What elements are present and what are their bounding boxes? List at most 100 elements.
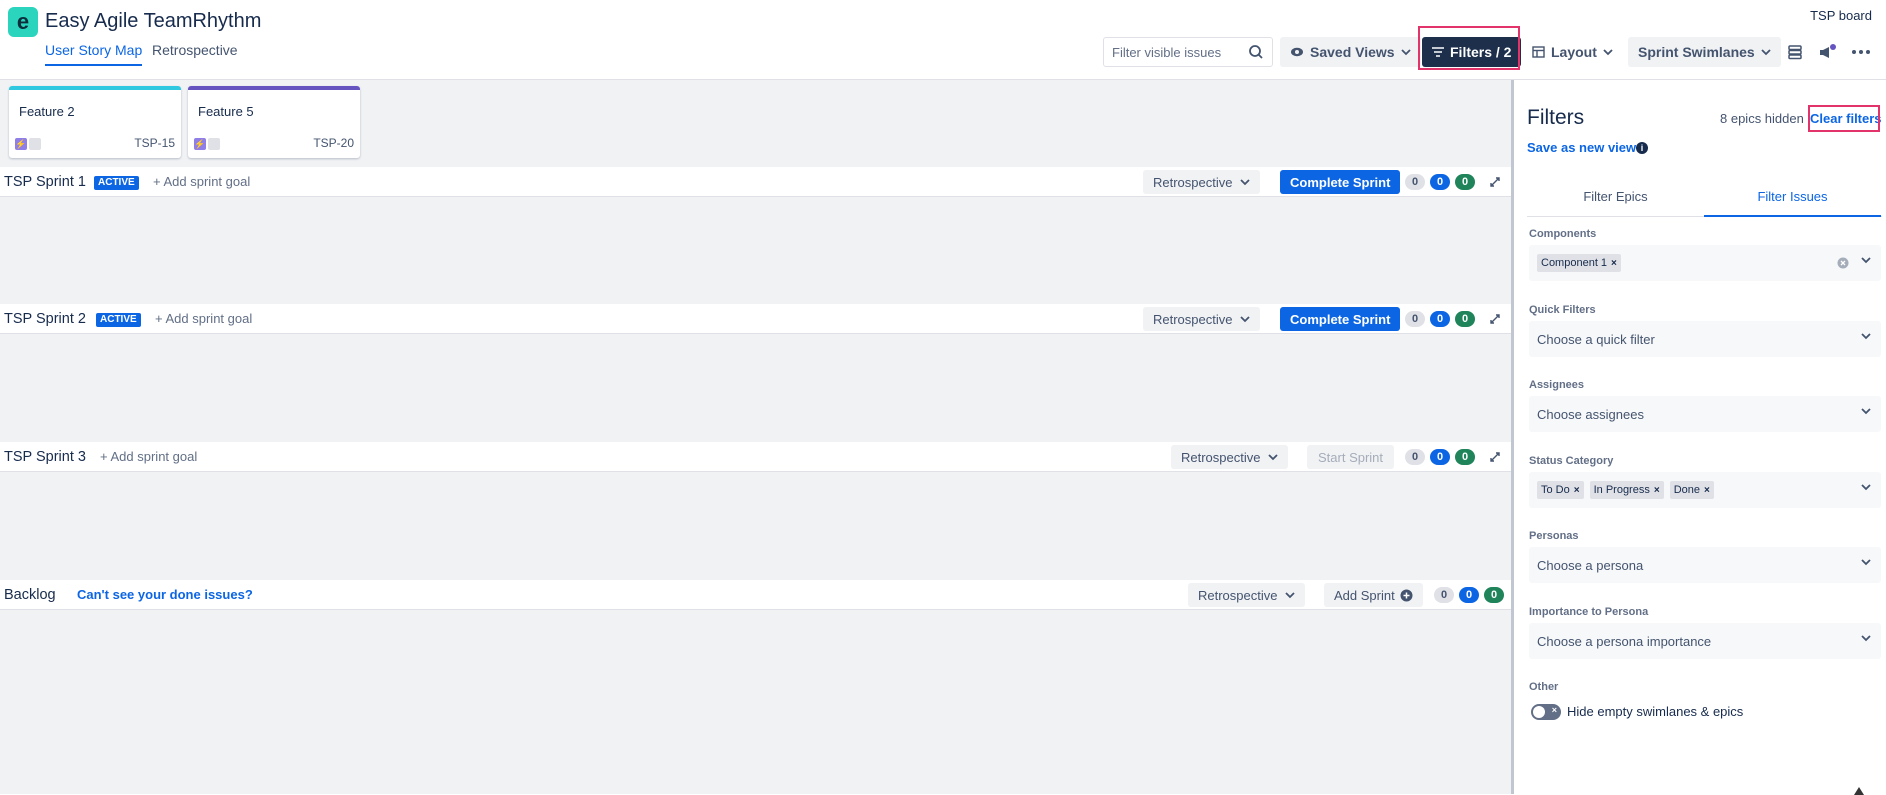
sprint-swimlanes-dropdown[interactable]: Sprint Swimlanes (1628, 37, 1781, 67)
backlog-name: Backlog (4, 587, 56, 603)
more-actions-button[interactable] (1846, 37, 1876, 67)
complete-sprint-button[interactable]: Complete Sprint (1280, 170, 1401, 194)
status-icon (29, 138, 41, 150)
add-goal-label: Add sprint goal (110, 449, 198, 464)
persona-select[interactable]: Choose a persona (1529, 547, 1881, 583)
status-chip: Done × (1669, 481, 1714, 499)
saved-views-label: Saved Views (1310, 44, 1395, 60)
chevron-down-icon (1761, 49, 1771, 56)
feature-color-bar (188, 86, 360, 90)
search-input[interactable] (1110, 38, 1248, 66)
feature-card[interactable]: Feature 2 ⚡ TSP-15 (9, 86, 181, 158)
plus-icon (1400, 589, 1413, 601)
in-progress-count: 0 (1430, 449, 1450, 465)
other-label: Other (1529, 681, 1559, 693)
done-count: 0 (1455, 174, 1475, 190)
chip-label: In Progress (1593, 484, 1650, 496)
complete-sprint-button[interactable]: Complete Sprint (1280, 307, 1401, 331)
assignees-select[interactable]: Choose assignees (1529, 396, 1881, 432)
chip-label: To Do (1541, 484, 1570, 496)
add-sprint-goal[interactable]: + Add sprint goal (100, 449, 197, 464)
retrospective-dropdown[interactable]: Retrospective (1143, 307, 1261, 331)
quick-filter-select[interactable]: Choose a quick filter (1529, 321, 1881, 357)
remove-chip-icon[interactable]: × (1574, 485, 1580, 496)
stack-button[interactable] (1780, 37, 1810, 67)
remove-chip-icon[interactable]: × (1704, 485, 1710, 496)
done-count: 0 (1484, 587, 1504, 603)
chevron-down-icon (1861, 559, 1871, 566)
feature-key[interactable]: TSP-15 (134, 136, 175, 150)
start-sprint-button[interactable]: Start Sprint (1307, 445, 1395, 469)
filters-panel: Filters 8 epics hidden Clear filters Sav… (1514, 80, 1886, 794)
status-chip: In Progress × (1589, 481, 1664, 499)
collapse-button[interactable] (1486, 173, 1504, 191)
plus-icon: + (100, 449, 111, 464)
collapse-icon (1490, 452, 1500, 462)
clear-filters-highlight (1808, 105, 1880, 132)
done-issues-link[interactable]: Can't see your done issues? (77, 587, 253, 602)
collapse-button[interactable] (1486, 448, 1504, 466)
feature-color-bar (9, 86, 181, 90)
retro-label: Retrospective (1198, 587, 1278, 603)
done-count: 0 (1455, 449, 1475, 465)
add-sprint-button[interactable]: Add Sprint (1324, 583, 1423, 607)
filter-visible-issues-field[interactable] (1103, 37, 1273, 67)
retrospective-dropdown[interactable]: Retrospective (1143, 170, 1261, 194)
retro-label: Retrospective (1153, 311, 1233, 327)
status-icon (208, 138, 220, 150)
importance-label: Importance to Persona (1529, 606, 1649, 618)
todo-count: 0 (1405, 311, 1425, 327)
retro-label: Retrospective (1181, 449, 1261, 465)
remove-chip-icon[interactable]: × (1654, 485, 1660, 496)
status-category-select[interactable]: To Do × In Progress × Done × (1529, 472, 1881, 508)
retrospective-dropdown[interactable]: Retrospective (1188, 583, 1306, 607)
components-select[interactable]: Component 1 × (1529, 245, 1881, 281)
feature-key[interactable]: TSP-20 (313, 136, 354, 150)
save-as-new-view-link[interactable]: Save as new view (1527, 140, 1636, 155)
search-icon (1249, 45, 1263, 59)
quick-filter-placeholder: Choose a quick filter (1537, 331, 1655, 347)
easy-agile-logo: e (8, 7, 38, 37)
hide-empty-label: Hide empty swimlanes & epics (1567, 704, 1744, 719)
chip-label: Component 1 (1541, 257, 1608, 269)
filter-tabs: Filter Epics Filter Issues (1527, 177, 1882, 217)
collapse-button[interactable] (1486, 310, 1504, 328)
in-progress-count: 0 (1430, 311, 1450, 327)
feature-title: Feature 5 (198, 104, 254, 119)
app-title: Easy Agile TeamRhythm (45, 10, 262, 32)
info-icon[interactable]: i (1636, 142, 1648, 154)
sprint-swimlane-header: TSP Sprint 2 ACTIVE + Add sprint goal Re… (0, 304, 1511, 334)
app-header: e Easy Agile TeamRhythm User Story Map R… (0, 0, 1886, 80)
feature-card[interactable]: Feature 5 ⚡ TSP-20 (188, 86, 360, 158)
epic-icon: ⚡ (15, 138, 27, 150)
tab-filter-epics[interactable]: Filter Epics (1527, 177, 1704, 217)
hide-empty-toggle[interactable]: × (1531, 704, 1561, 720)
importance-select[interactable]: Choose a persona importance (1529, 623, 1881, 659)
panel-title: Filters (1527, 106, 1585, 129)
add-goal-label: Add sprint goal (163, 174, 251, 189)
layout-label: Layout (1551, 44, 1597, 60)
quick-filters-label: Quick Filters (1529, 304, 1596, 316)
chevron-down-icon (1861, 635, 1871, 642)
saved-views-button[interactable]: Saved Views (1280, 37, 1421, 67)
add-sprint-goal[interactable]: + Add sprint goal (153, 174, 250, 189)
chevron-down-icon (1861, 257, 1871, 264)
in-progress-count: 0 (1430, 174, 1450, 190)
more-icon (1852, 50, 1870, 54)
tab-retrospective[interactable]: Retrospective (152, 42, 238, 64)
chevron-down-icon (1400, 49, 1411, 56)
tab-user-story-map[interactable]: User Story Map (45, 42, 143, 66)
tab-filter-issues[interactable]: Filter Issues (1704, 177, 1881, 217)
sprint-swimlane-header: TSP Sprint 3 + Add sprint goal Retrospec… (0, 442, 1511, 472)
plus-icon: + (153, 174, 164, 189)
clear-icon[interactable] (1837, 257, 1849, 269)
assignees-placeholder: Choose assignees (1537, 406, 1644, 422)
announcements-button[interactable] (1812, 37, 1842, 67)
layout-button[interactable]: Layout (1522, 37, 1623, 67)
component-chip: Component 1 × (1537, 254, 1621, 272)
chevron-down-icon (1240, 316, 1251, 323)
story-map-board: Feature 2 ⚡ TSP-15 Feature 5 ⚡ TSP-20 TS… (0, 80, 1514, 794)
retrospective-dropdown[interactable]: Retrospective (1171, 445, 1289, 469)
add-sprint-goal[interactable]: + Add sprint goal (155, 311, 252, 326)
remove-chip-icon[interactable]: × (1611, 258, 1617, 269)
